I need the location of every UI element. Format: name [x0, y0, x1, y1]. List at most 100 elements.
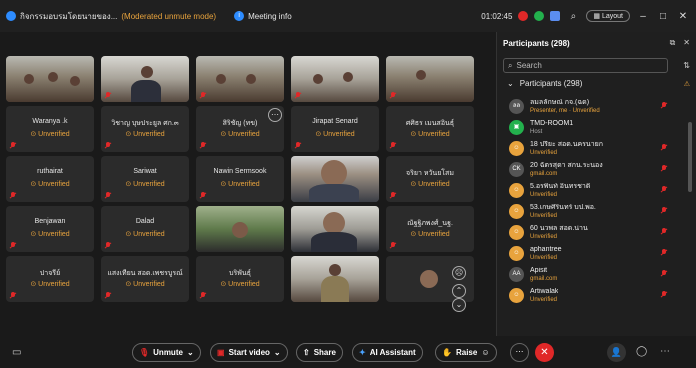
- participant-row[interactable]: ☺ 18 ปรียะ สอด.นครนายก Unverified: [497, 138, 687, 159]
- participant-row[interactable]: ☺ aphantree Unverified: [497, 243, 687, 264]
- unverified-status: ⊙ Unverified: [125, 181, 165, 188]
- meeting-toolbar: ▭ 🎙 Unmute ⌄ ▣ Start video ⌄ ⇧ Share ✦ A…: [0, 336, 696, 368]
- panel-header: Participants (298) ⧉ ✕: [497, 32, 696, 54]
- participant-name: ปาจรีย์: [39, 270, 61, 277]
- meeting-info-label: Meeting info: [248, 11, 292, 21]
- close-icon[interactable]: ✕: [676, 11, 690, 22]
- leave-meeting-button[interactable]: ✕: [535, 343, 554, 362]
- more-button[interactable]: ⋯: [510, 343, 529, 362]
- search-icon[interactable]: ⌕: [566, 11, 580, 22]
- muted-mic-icon: 🎙: [139, 348, 150, 357]
- participant-tile[interactable]: แสงเทียน สอด.เพชรบูรณ์ ⊙ Unverified: [101, 256, 189, 302]
- layout-button[interactable]: ▦ Layout: [586, 10, 630, 22]
- warning-icon: ⚠: [683, 80, 690, 88]
- participant-row[interactable]: AA Apisit gmail.com: [497, 264, 687, 285]
- raise-hand-button[interactable]: ✋ Raise ☺: [435, 343, 497, 362]
- unmute-label: Unmute: [153, 348, 183, 357]
- participant-tile[interactable]: ปาจรีย์ ⊙ Unverified: [6, 256, 94, 302]
- captions-icon[interactable]: [550, 11, 561, 21]
- participant-row[interactable]: ▣ TMD-ROOM1 Host: [497, 117, 687, 138]
- close-panel-icon[interactable]: ✕: [683, 38, 690, 48]
- muted-mic-icon[interactable]: [661, 207, 667, 214]
- participant-tile[interactable]: Sariwat ⊙ Unverified: [101, 156, 189, 202]
- chevron-down-icon[interactable]: ⌄: [274, 348, 281, 357]
- emoji-icon[interactable]: ☹: [452, 266, 466, 280]
- ai-assistant-button[interactable]: ✦ AI Assistant: [352, 343, 423, 362]
- participant-tile[interactable]: บริพันธุ์ ⊙ Unverified: [196, 256, 284, 302]
- avatar: ☺: [509, 225, 524, 240]
- participant-name: Sariwat: [133, 168, 157, 175]
- participant-row[interactable]: CK 20 ฉัตรสุดา สกน.ระนอง gmail.com: [497, 159, 687, 180]
- participant-tile[interactable]: Nawin Sermsook ⊙ Unverified: [196, 156, 284, 202]
- participants-group-header[interactable]: ⌄ Participants (298) ⚠: [497, 77, 696, 90]
- maximize-icon[interactable]: □: [656, 11, 670, 22]
- participant-tile[interactable]: Benjawan ⊙ Unverified: [6, 206, 94, 252]
- popout-icon[interactable]: ⧉: [670, 38, 676, 48]
- participant-tile[interactable]: Waranya .k ⊙ Unverified: [6, 106, 94, 152]
- meeting-info-button[interactable]: i Meeting info: [234, 11, 292, 21]
- muted-mic-icon[interactable]: [661, 291, 667, 298]
- sort-icon[interactable]: ⇅: [683, 61, 690, 70]
- chevron-down-icon[interactable]: ⌄: [187, 348, 194, 357]
- unverified-status: ⊙ Unverified: [30, 231, 70, 238]
- reactions-icon[interactable]: ☺: [481, 348, 489, 357]
- video-tile[interactable]: [291, 156, 379, 202]
- participants-icon[interactable]: 👤: [607, 343, 626, 362]
- participant-row[interactable]: ☺ 5.อรพินท์ อินทรชาติ Unverified: [497, 180, 687, 201]
- participant-tile[interactable]: ศศิธร เมนสอินธุ์ ⊙ Unverified: [386, 106, 474, 152]
- participant-row[interactable]: ☺ 53.เกษศิรินทร์ บป.พอ. Unverified: [497, 201, 687, 222]
- security-icon[interactable]: [534, 11, 545, 21]
- more-options-icon[interactable]: ⋯: [660, 346, 670, 357]
- participant-name: 60 นวพล สอด.น่าน: [530, 224, 588, 232]
- unverified-status: ⊙ Unverified: [410, 181, 450, 188]
- recording-icon[interactable]: [518, 11, 529, 21]
- video-tile[interactable]: [6, 56, 94, 102]
- muted-mic-icon: [10, 192, 16, 199]
- chat-icon[interactable]: ◯: [636, 346, 647, 357]
- search-icon: ⌕: [508, 60, 513, 70]
- participant-row[interactable]: ☺ Artiwalak Unverified: [497, 285, 687, 306]
- participant-tile[interactable]: ruthairat ⊙ Unverified: [6, 156, 94, 202]
- more-options-icon[interactable]: ⋯: [268, 108, 282, 122]
- muted-mic-icon[interactable]: [661, 249, 667, 256]
- ai-assistant-label: AI Assistant: [369, 348, 416, 357]
- participant-tile[interactable]: Jirapat Senard ⊙ Unverified: [291, 106, 379, 152]
- video-tile[interactable]: [291, 56, 379, 102]
- muted-mic-icon[interactable]: [661, 228, 667, 235]
- avatar: ☺: [509, 141, 524, 156]
- share-icon: ⇧: [303, 348, 310, 357]
- muted-mic-icon[interactable]: [661, 144, 667, 151]
- video-tile[interactable]: [386, 56, 474, 102]
- video-tile[interactable]: [101, 56, 189, 102]
- start-video-button[interactable]: ▣ Start video ⌄: [210, 343, 288, 362]
- participant-row[interactable]: ลล ลมลลักษณ์ กจ.(ฉด) Presenter, me · Unv…: [497, 96, 687, 117]
- video-tile[interactable]: [291, 256, 379, 302]
- captions-icon[interactable]: ▭: [12, 347, 21, 358]
- muted-mic-icon[interactable]: [661, 270, 667, 277]
- unverified-status: ⊙ Unverified: [30, 281, 70, 288]
- video-tile[interactable]: [196, 56, 284, 102]
- participant-tile[interactable]: วิชาญ บุษประยูล ศก.๓ ⊙ Unverified: [101, 106, 189, 152]
- video-tile[interactable]: [196, 206, 284, 252]
- participant-tile[interactable]: จริยา หวันยโสม ⊙ Unverified: [386, 156, 474, 202]
- participant-search-input[interactable]: ⌕ Search: [503, 58, 668, 73]
- video-tile[interactable]: [291, 206, 379, 252]
- avatar: ☺: [509, 288, 524, 303]
- muted-mic-icon[interactable]: [661, 102, 667, 109]
- participant-name: 5.อรพินท์ อินทรชาติ: [530, 182, 591, 190]
- unmute-button[interactable]: 🎙 Unmute ⌄: [132, 343, 201, 362]
- participant-tile[interactable]: ณัฐฐิภพงศ์_นฐ. ⊙ Unverified: [386, 206, 474, 252]
- participant-name: 20 ฉัตรสุดา สกน.ระนอง: [530, 161, 603, 169]
- share-button[interactable]: ⇧ Share: [296, 343, 343, 362]
- scroll-down-icon[interactable]: ⌄: [452, 298, 466, 312]
- minimize-icon[interactable]: –: [636, 11, 650, 22]
- muted-mic-icon[interactable]: [661, 186, 667, 193]
- muted-mic-icon[interactable]: [661, 165, 667, 172]
- meeting-mode: (Moderated unmute mode): [121, 11, 217, 21]
- participant-tile[interactable]: Dalad ⊙ Unverified: [101, 206, 189, 252]
- panel-scrollbar[interactable]: [688, 122, 692, 192]
- participant-status: gmail.com: [530, 275, 558, 282]
- participant-row[interactable]: ☺ 60 นวพล สอด.น่าน Unverified: [497, 222, 687, 243]
- scroll-up-icon[interactable]: ⌃: [452, 284, 466, 298]
- participant-role: Presenter, me · Unverified: [530, 107, 600, 114]
